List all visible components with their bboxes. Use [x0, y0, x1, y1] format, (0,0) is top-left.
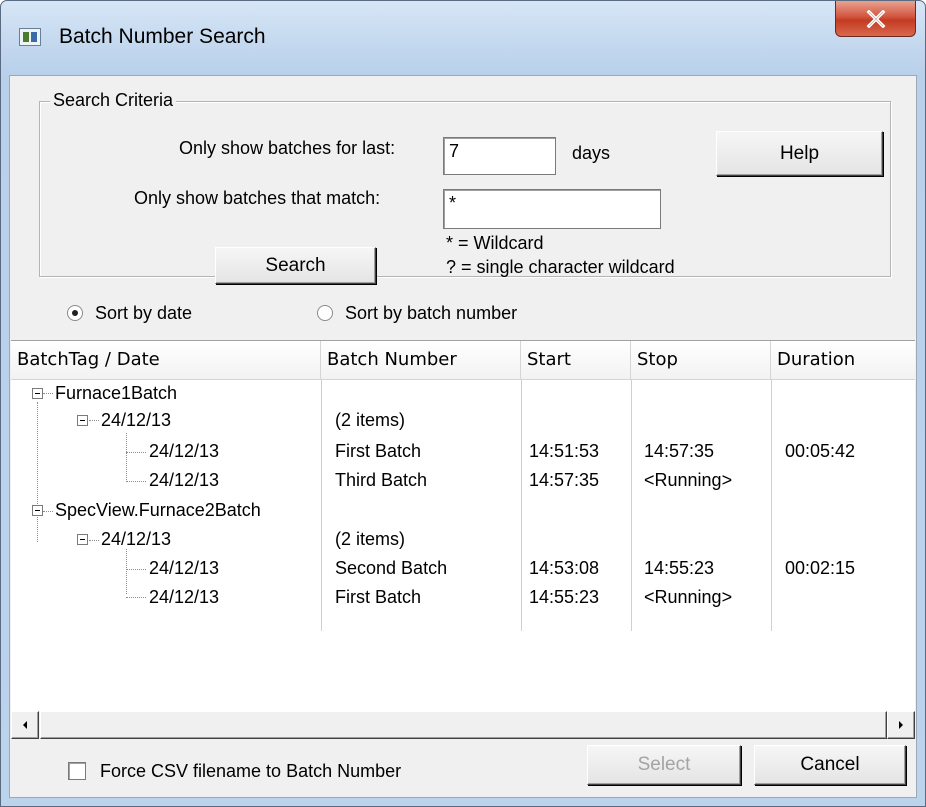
- tree-node-batchtag[interactable]: Furnace1Batch: [55, 383, 177, 404]
- stop-time-cell: 14:57:35: [644, 441, 715, 461]
- column-separator: [321, 379, 322, 631]
- search-button[interactable]: Search: [215, 247, 376, 284]
- list-body: Furnace1Batch 24/12/13 (2 items) 24/12/1…: [11, 379, 915, 711]
- match-label: Only show batches that match:: [134, 188, 381, 208]
- column-header-batchtag-date[interactable]: BatchTag / Date: [11, 341, 321, 379]
- tree-connector-line: [43, 511, 53, 512]
- tree-connector-line: [37, 402, 38, 542]
- collapse-toggle-icon[interactable]: [32, 388, 43, 399]
- start-time-cell: 14:53:08: [529, 558, 600, 578]
- horizontal-scrollbar[interactable]: [11, 711, 915, 739]
- tree-connector-line: [43, 393, 53, 394]
- help-button[interactable]: Help: [716, 131, 883, 176]
- last-days-label: Only show batches for last:: [179, 138, 396, 158]
- select-button[interactable]: Select: [587, 745, 741, 785]
- search-criteria-group: Search Criteria Only show batches for la…: [39, 90, 891, 284]
- arrow-right-icon: [899, 721, 903, 729]
- column-header-batch-number[interactable]: Batch Number: [321, 341, 521, 379]
- start-time-cell: 14:55:23: [529, 587, 600, 607]
- scrollbar-thumb[interactable]: [40, 711, 887, 739]
- list-header: BatchTag / Date Batch Number Start Stop …: [11, 341, 915, 380]
- group-title: Search Criteria: [50, 90, 177, 111]
- match-pattern-input[interactable]: *: [443, 189, 661, 229]
- start-time-cell: 14:51:53: [529, 441, 600, 461]
- stop-time-cell: 14:55:23: [644, 558, 715, 578]
- tree-connector-line: [126, 452, 146, 453]
- tree-node-batchtag[interactable]: SpecView.Furnace2Batch: [55, 500, 261, 521]
- window-title: Batch Number Search: [59, 25, 266, 48]
- collapse-toggle-icon[interactable]: [32, 505, 43, 516]
- tree-node-date[interactable]: 24/12/13: [101, 529, 171, 550]
- batch-number-cell: Second Batch: [335, 558, 448, 578]
- tree-connector-line: [126, 597, 146, 598]
- sort-by-batch-radio[interactable]: [317, 305, 333, 321]
- title-bar[interactable]: Batch Number Search: [1, 1, 925, 75]
- batch-number-search-window: Batch Number Search Search Criteria Only…: [0, 0, 926, 807]
- close-x-icon: [866, 9, 885, 28]
- dialog-client-area: Search Criteria Only show batches for la…: [9, 75, 917, 798]
- arrow-left-icon: [23, 721, 27, 729]
- tree-connector-line: [89, 540, 99, 541]
- collapse-toggle-icon[interactable]: [77, 415, 88, 426]
- tree-connector-line: [126, 569, 146, 570]
- last-days-input[interactable]: 7: [443, 137, 556, 175]
- tree-connector-line: [126, 549, 127, 594]
- tree-connector-line: [126, 481, 146, 482]
- column-header-start[interactable]: Start: [521, 341, 631, 379]
- tree-leaf-date[interactable]: 24/12/13: [149, 558, 219, 579]
- duration-cell: 00:05:42: [785, 441, 856, 461]
- force-csv-checkbox[interactable]: [68, 762, 86, 780]
- close-button[interactable]: [835, 1, 916, 37]
- column-separator: [521, 379, 522, 631]
- tree-connector-line: [89, 420, 99, 421]
- app-window-icon: [19, 28, 41, 46]
- batch-number-cell: First Batch: [335, 587, 422, 607]
- collapse-toggle-icon[interactable]: [77, 534, 88, 545]
- sort-by-date-radio[interactable]: [67, 305, 83, 321]
- tree-connector-line: [126, 433, 127, 482]
- start-time-cell: 14:57:35: [529, 470, 600, 490]
- sort-by-date-label[interactable]: Sort by date: [95, 303, 192, 324]
- stop-time-cell: <Running>: [644, 587, 733, 607]
- single-char-wildcard-hint: ? = single character wildcard: [446, 257, 675, 277]
- force-csv-label[interactable]: Force CSV filename to Batch Number: [100, 761, 401, 782]
- batch-number-cell: First Batch: [335, 441, 422, 461]
- scroll-right-button[interactable]: [887, 711, 915, 739]
- stop-time-cell: <Running>: [644, 470, 733, 490]
- column-separator: [631, 379, 632, 631]
- column-header-stop[interactable]: Stop: [631, 341, 771, 379]
- tree-leaf-date[interactable]: 24/12/13: [149, 587, 219, 608]
- wildcard-hint: * = Wildcard: [446, 233, 544, 253]
- scroll-left-button[interactable]: [11, 711, 39, 739]
- sort-by-batch-label[interactable]: Sort by batch number: [345, 303, 517, 324]
- column-separator: [771, 379, 772, 631]
- batch-list-view[interactable]: BatchTag / Date Batch Number Start Stop …: [11, 340, 915, 739]
- batch-count: (2 items): [335, 410, 406, 430]
- batch-number-cell: Third Batch: [335, 470, 428, 490]
- cancel-button[interactable]: Cancel: [754, 745, 906, 785]
- batch-count: (2 items): [335, 529, 406, 549]
- column-header-duration[interactable]: Duration: [771, 341, 915, 379]
- days-label: days: [572, 143, 611, 163]
- tree-leaf-date[interactable]: 24/12/13: [149, 470, 219, 491]
- tree-node-date[interactable]: 24/12/13: [101, 410, 171, 431]
- tree-leaf-date[interactable]: 24/12/13: [149, 441, 219, 462]
- duration-cell: 00:02:15: [785, 558, 856, 578]
